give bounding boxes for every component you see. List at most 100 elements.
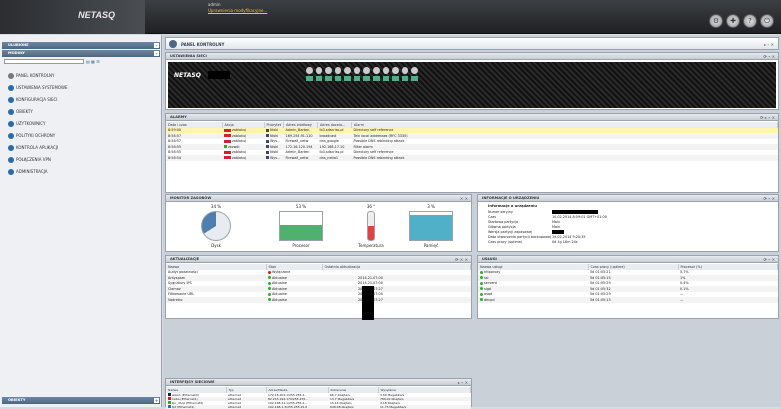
cell: zablokuj: [232, 139, 246, 144]
panel-controls[interactable]: ⟳ – ✕: [764, 53, 776, 59]
device-info-header: INFORMACJE O URZĄDZENIU ⟳ – ✕: [478, 195, 778, 202]
disabled-icon: [268, 270, 271, 274]
panel-controls[interactable]: ⟳ – ✕: [764, 195, 776, 201]
network-panel: USTAWIENIA SIECI ⟳ – ✕ NETASQ: [165, 52, 779, 110]
panel-controls[interactable]: ✕ ✕: [460, 195, 468, 201]
ok-icon: [268, 292, 271, 296]
cpu-gauge: 53 % Procesor: [276, 204, 326, 248]
sidebar-item-admin[interactable]: ADMINISTRACJA: [8, 167, 48, 177]
panel-controls[interactable]: ⟳ ▸ – ✕: [760, 114, 775, 120]
cell: zezwól: [228, 144, 240, 149]
alarms-panel-header: ALARMY ⟳ ▸ – ✕: [166, 114, 778, 121]
sidebar-item-policies[interactable]: POLITYKI OCHRONY: [8, 131, 55, 141]
ok-icon: [268, 281, 271, 285]
panel-controls[interactable]: ⟳ ✕ ✕: [455, 256, 468, 262]
cell: Firewall_netw: [283, 155, 318, 161]
cpu-label: Procesor: [292, 243, 310, 248]
favorites-header[interactable]: ULUBIONE –: [2, 42, 160, 49]
view-toggle-icon[interactable]: ▤ ▦ ☰: [86, 59, 106, 64]
priority-icon: [266, 134, 269, 138]
cell: serverd: [484, 281, 497, 286]
interface-icon: [168, 397, 171, 400]
cell: Niski: [270, 128, 279, 133]
services-title: USŁUGI: [482, 257, 497, 261]
table-row[interactable]: 8:58:54 zablokuj Wys... Firewall_netw dns_ne…: [166, 155, 778, 161]
sidebar-item-label: KONTROLA APLIKACJI: [16, 145, 59, 150]
device-info-panel: INFORMACJE O URZĄDZENIU ⟳ – ✕ Informacje …: [477, 194, 779, 252]
updates-header: AKTUALIZACJE ⟳ ✕ ✕: [166, 256, 471, 263]
port-leds[interactable]: [306, 67, 418, 83]
cell: Aktualne: [272, 281, 288, 286]
logout-icon[interactable]: ⏻: [760, 14, 774, 28]
updates-table: Nazwa Stan Ostatnia aktualizacja Audyt pod…: [166, 264, 471, 303]
cell: Aktualne: [272, 297, 288, 302]
panel-controls[interactable]: ⟳ – ✕: [764, 256, 776, 262]
pass-icon: [224, 145, 227, 149]
users-icon: [8, 121, 14, 127]
cell: 169.254.91.110: [283, 133, 318, 139]
search-input[interactable]: [4, 59, 84, 64]
logo-area: NETASQ: [0, 0, 145, 34]
tools-icon[interactable]: ✚: [726, 14, 740, 28]
running-icon: [480, 287, 483, 291]
collapse-icon[interactable]: –: [154, 43, 159, 48]
running-icon: [480, 270, 483, 274]
vpn-icon: [8, 157, 14, 163]
sidebar-item-label: ADMINISTRACJA: [16, 169, 48, 174]
running-icon: [480, 281, 483, 285]
device-info-list: Numer seryjny Czas 10.02.2014 8:59:01 GMT…: [488, 210, 768, 245]
services-header: USŁUGI ⟳ – ✕: [478, 256, 778, 263]
cell: asqd: [484, 292, 493, 297]
sidebar-item-system[interactable]: USTAWIENIA SYSTEMOWE: [8, 83, 68, 93]
cell: dns_netia1: [317, 155, 352, 161]
netasq-logo: NETASQ: [78, 10, 115, 20]
shield-icon[interactable]: ⚙: [709, 14, 723, 28]
table-row[interactable]: Vadretro Aktualne 2014.21.07:27: [166, 297, 471, 303]
top-bar: NETASQ admin Uprawnienia modyfikacyjne..…: [0, 0, 781, 34]
panel-controls[interactable]: ▸ – ✕: [458, 379, 468, 385]
expand-icon[interactable]: +: [154, 398, 159, 403]
panel-controls[interactable]: ▸ – ✕: [764, 42, 774, 47]
priority-icon: [266, 139, 269, 143]
priority-icon: [266, 156, 269, 160]
collapse-icon[interactable]: –: [154, 51, 159, 56]
sidebar-item-objects[interactable]: OBIEKTY: [8, 107, 33, 117]
sidebar-item-vpn[interactable]: POŁĄCZENIA VPN: [8, 155, 51, 165]
column-header[interactable]: Priorytet: [264, 122, 285, 128]
objects-footer-header[interactable]: OBIEKTY +: [2, 397, 160, 404]
cell: dhcpd: [484, 297, 495, 302]
block-icon: [224, 128, 231, 132]
sidebar-item-users[interactable]: UŻYTKOWNICY: [8, 119, 45, 129]
cell: Vadretro: [166, 297, 266, 303]
table-row[interactable]: dhcpd 5d 01:05:13—: [478, 297, 778, 303]
sidebar-item-label: POŁĄCZENIA VPN: [16, 157, 51, 162]
sidebar-item-network[interactable]: KONFIGURACJA SIECI: [8, 95, 57, 105]
permissions-link[interactable]: Uprawnienia modyfikacyjne...: [208, 8, 267, 14]
cell: Wyłączone: [272, 270, 291, 275]
thermometer-icon: [367, 211, 375, 241]
modules-header[interactable]: MODUŁY –: [2, 50, 160, 57]
sidebar-item-app-control[interactable]: KONTROLA APLIKACJI: [8, 143, 58, 153]
system-icon: [8, 85, 14, 91]
alarms-table: Data i czas Akcja Priorytet Adres źródło…: [166, 122, 778, 161]
memory-pct: 3 %: [427, 204, 435, 209]
sidebar: ULUBIONE – MODUŁY – ▤ ▦ ☰ PANEL KONTROLNY …: [0, 35, 162, 407]
device-front: NETASQ: [168, 62, 776, 108]
sidebar-item-label: KONFIGURACJA SIECI: [16, 97, 58, 102]
disk-pie-icon: [201, 211, 231, 241]
sidebar-item-label: USTAWIENIA SYSTEMOWE: [16, 85, 68, 90]
cell: zablokuj: [232, 155, 246, 160]
sidebar-item-panel[interactable]: PANEL KONTROLNY: [8, 71, 55, 81]
main-area: PANEL KONTROLNY ▸ – ✕ USTAWIENIA SIECI ⟳ …: [163, 35, 781, 409]
temperature-gauge: 36 ° Temperatura: [346, 204, 396, 248]
objects-icon: [8, 109, 14, 115]
ok-icon: [268, 276, 271, 280]
block-icon: [224, 156, 231, 160]
network-panel-header: USTAWIENIA SIECI ⟳ – ✕: [166, 53, 778, 60]
sidebar-item-label: POLITYKI OCHRONY: [16, 133, 56, 138]
help-icon[interactable]: ?: [743, 14, 757, 28]
shield-icon: [8, 133, 14, 139]
cell: Aktualne: [272, 286, 288, 291]
cpu-bar-icon: [279, 211, 323, 241]
cell: 172.16.120.194: [283, 144, 318, 150]
